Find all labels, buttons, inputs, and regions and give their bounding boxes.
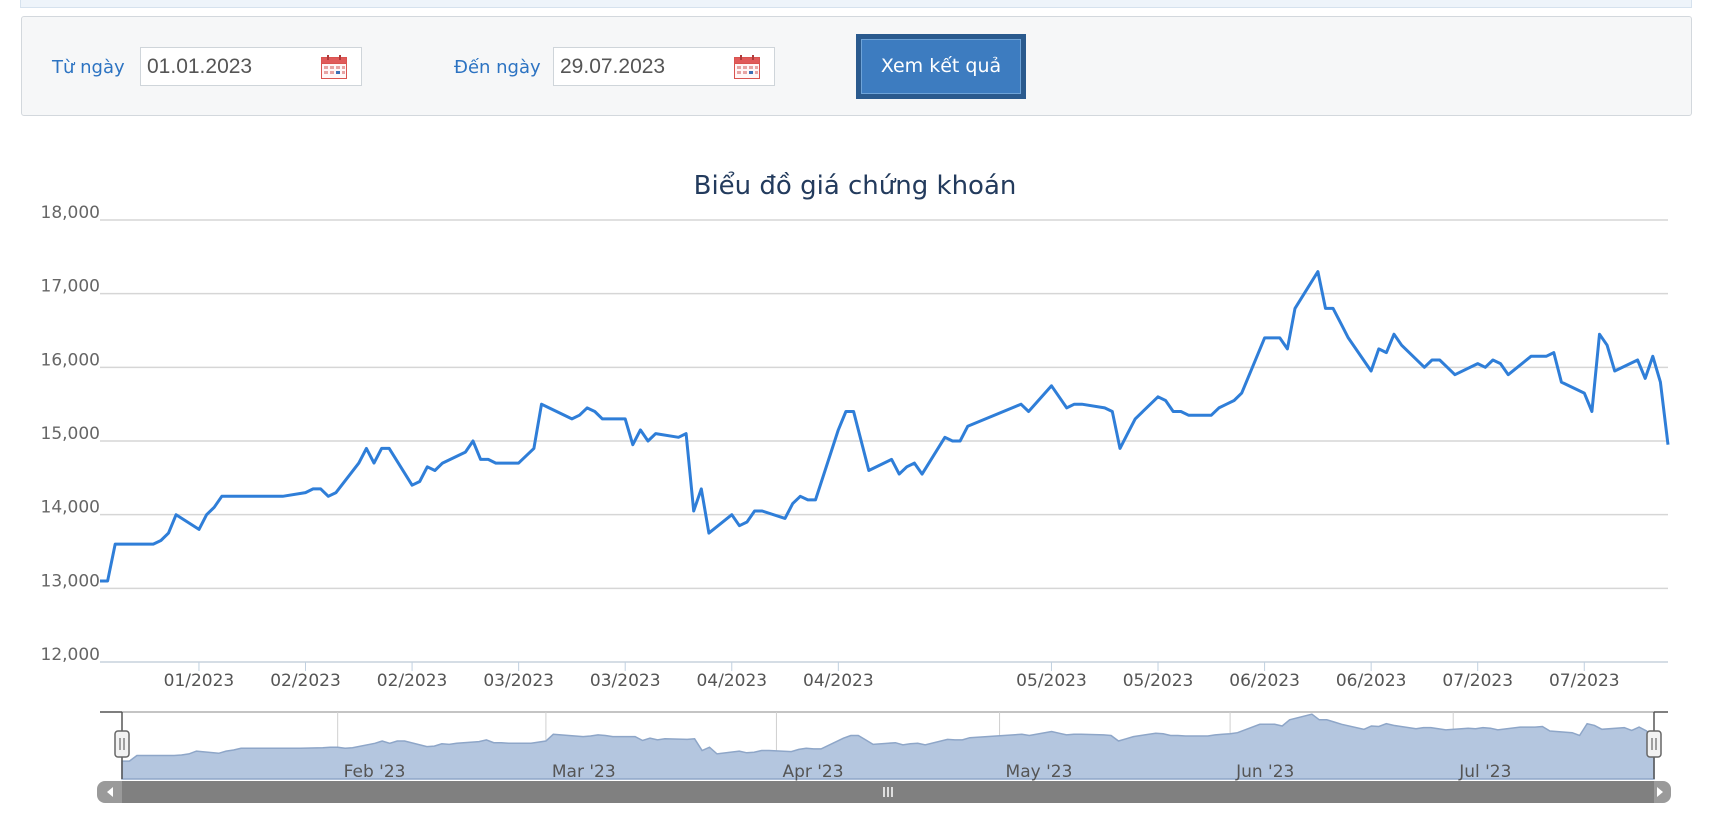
y-tick-label: 12,000: [41, 645, 100, 665]
chart-title: Biểu đồ giá chứng khoán: [694, 170, 1017, 201]
x-tick-label: 03/2023: [590, 671, 661, 691]
navigator[interactable]: Feb '23 Mar '23 Apr '23 May '23 Jun '23 Jul '…: [97, 711, 1671, 803]
y-tick-label: 15,000: [41, 424, 100, 444]
x-tick-label: 05/2023: [1016, 671, 1087, 691]
x-axis-labels: 01/2023 02/2023 02/2023 03/2023 03/2023 04/20…: [164, 671, 1620, 691]
x-tick-label: 03/2023: [483, 671, 554, 691]
navigator-month-label: Feb '23: [344, 762, 406, 782]
x-tick-label: 01/2023: [164, 671, 235, 691]
navigator-month-label: Apr '23: [782, 762, 843, 782]
stock-price-chart: Biểu đồ giá chứng khoán 12,000 13,000 14,0…: [41, 170, 1671, 803]
x-tick-label: 04/2023: [696, 671, 767, 691]
y-axis-labels: 12,000 13,000 14,000 15,000 16,000 17,000 18,0…: [41, 203, 100, 665]
y-tick-label: 14,000: [41, 498, 100, 518]
x-tick-label: 06/2023: [1229, 671, 1300, 691]
x-tick-label: 07/2023: [1549, 671, 1620, 691]
y-tick-label: 17,000: [41, 277, 100, 297]
y-tick-label: 18,000: [41, 203, 100, 223]
y-tick-label: 16,000: [41, 350, 100, 370]
y-gridlines: [100, 219, 1668, 663]
navigator-scrollbar[interactable]: [97, 781, 1671, 803]
x-tick-label: 06/2023: [1336, 671, 1407, 691]
price-series-line[interactable]: [100, 270, 1670, 583]
x-tick-label: 05/2023: [1123, 671, 1194, 691]
handle-icon[interactable]: [1646, 730, 1662, 758]
x-tick-label: 07/2023: [1442, 671, 1513, 691]
x-axis-ticks: [198, 662, 1585, 671]
navigator-month-label: Jun '23: [1235, 762, 1294, 782]
navigator-month-label: May '23: [1006, 762, 1073, 782]
x-tick-label: 04/2023: [803, 671, 874, 691]
handle-icon[interactable]: [114, 730, 130, 758]
x-tick-label: 02/2023: [377, 671, 448, 691]
navigator-month-label: Mar '23: [552, 762, 616, 782]
y-tick-label: 13,000: [41, 571, 100, 591]
x-tick-label: 02/2023: [270, 671, 341, 691]
navigator-month-label: Jul '23: [1458, 762, 1511, 782]
